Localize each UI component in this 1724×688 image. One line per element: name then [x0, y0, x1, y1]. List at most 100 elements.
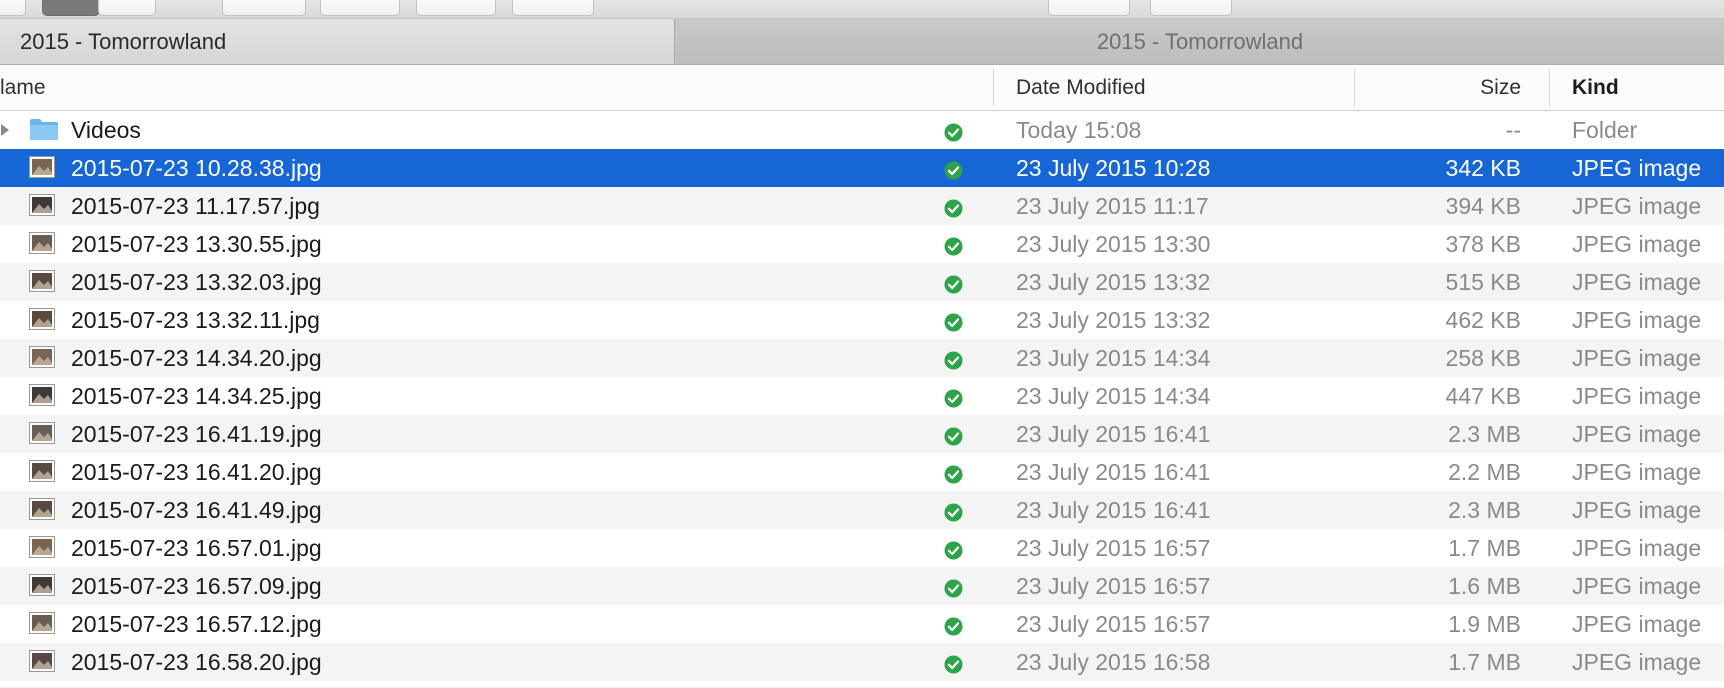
- date-modified: 23 July 2015 16:57: [1016, 611, 1211, 637]
- file-row[interactable]: 2015-07-23 13.32.11.jpg 23 July 2015 13:3…: [0, 301, 1724, 339]
- file-kind: JPEG image: [1572, 611, 1702, 637]
- file-name: 2015-07-23 16.57.01.jpg: [71, 535, 322, 561]
- file-size: 2.3 MB: [1448, 421, 1521, 447]
- file-size: 515 KB: [1445, 269, 1521, 295]
- file-size: 1.7 MB: [1448, 535, 1521, 561]
- tab-inactive[interactable]: 2015 - Tomorrowland: [676, 19, 1724, 64]
- file-row[interactable]: 2015-07-23 16.57.09.jpg 23 July 2015 16:5…: [0, 567, 1724, 605]
- file-name: 2015-07-23 10.28.38.jpg: [71, 155, 322, 181]
- date-modified: 23 July 2015 13:32: [1016, 269, 1211, 295]
- file-row[interactable]: 2015-07-23 14.34.20.jpg 23 July 2015 14:3…: [0, 339, 1724, 377]
- toolbar-button[interactable]: [0, 0, 26, 16]
- file-name: 2015-07-23 16.57.12.jpg: [71, 611, 322, 637]
- file-kind: JPEG image: [1572, 155, 1702, 181]
- date-modified: 23 July 2015 16:41: [1016, 459, 1211, 485]
- file-row[interactable]: 2015-07-23 16.41.49.jpg 23 July 2015 16:4…: [0, 491, 1724, 529]
- file-name: 2015-07-23 16.41.19.jpg: [71, 421, 322, 447]
- date-modified: 23 July 2015 16:41: [1016, 497, 1211, 523]
- file-row[interactable]: 2015-07-23 14.34.25.jpg 23 July 2015 14:3…: [0, 377, 1724, 415]
- file-row[interactable]: 2015-07-23 13.30.55.jpg 23 July 2015 13:3…: [0, 225, 1724, 263]
- synced-check-icon: [944, 273, 963, 294]
- column-header: lame Date Modified Size Kind: [0, 65, 1724, 111]
- file-row[interactable]: 2015-07-23 16.57.01.jpg 23 July 2015 16:5…: [0, 529, 1724, 567]
- toolbar-button[interactable]: [1048, 0, 1130, 16]
- column-header-size[interactable]: Size: [1480, 65, 1521, 110]
- toolbar-button[interactable]: [416, 0, 496, 16]
- view-mode-button[interactable]: [98, 0, 156, 16]
- column-divider[interactable]: [993, 69, 994, 106]
- file-kind: JPEG image: [1572, 231, 1702, 257]
- date-modified: 23 July 2015 13:30: [1016, 231, 1211, 257]
- column-divider[interactable]: [1354, 69, 1355, 106]
- image-thumbnail-icon: [29, 611, 55, 635]
- synced-check-icon: [944, 197, 963, 218]
- file-kind: JPEG image: [1572, 345, 1702, 371]
- file-kind: JPEG image: [1572, 307, 1702, 333]
- file-name: 2015-07-23 16.57.09.jpg: [71, 573, 322, 599]
- toolbar-button[interactable]: [1150, 0, 1232, 16]
- file-row[interactable]: 2015-07-23 16.41.20.jpg 23 July 2015 16:4…: [0, 453, 1724, 491]
- disclosure-triangle-icon[interactable]: [1, 124, 9, 136]
- column-divider[interactable]: [1549, 69, 1550, 106]
- file-size: 394 KB: [1445, 193, 1521, 219]
- toolbar-button[interactable]: [222, 0, 306, 16]
- file-size: 2.2 MB: [1448, 459, 1521, 485]
- file-name: 2015-07-23 16.58.20.jpg: [71, 649, 322, 675]
- file-name: 2015-07-23 14.34.20.jpg: [71, 345, 322, 371]
- synced-check-icon: [944, 235, 963, 256]
- image-thumbnail-icon: [29, 383, 55, 407]
- file-size: 258 KB: [1445, 345, 1521, 371]
- date-modified: 23 July 2015 14:34: [1016, 345, 1211, 371]
- toolbar-button[interactable]: [512, 0, 594, 16]
- file-size: 1.6 MB: [1448, 573, 1521, 599]
- image-thumbnail-icon: [29, 307, 55, 331]
- file-kind: JPEG image: [1572, 421, 1702, 447]
- file-name: 2015-07-23 13.32.11.jpg: [71, 307, 320, 333]
- file-name: 2015-07-23 11.17.57.jpg: [71, 193, 320, 219]
- file-row[interactable]: 2015-07-23 16.41.19.jpg 23 July 2015 16:4…: [0, 415, 1724, 453]
- synced-check-icon: [944, 653, 963, 674]
- file-row[interactable]: 2015-07-23 10.28.38.jpg 23 July 2015 10:2…: [0, 149, 1724, 187]
- file-kind: JPEG image: [1572, 383, 1702, 409]
- column-header-name[interactable]: lame: [0, 65, 46, 110]
- column-header-date[interactable]: Date Modified: [1016, 65, 1146, 110]
- tab-active[interactable]: 2015 - Tomorrowland: [0, 19, 675, 64]
- image-thumbnail-icon: [29, 497, 55, 521]
- toolbar-button[interactable]: [320, 0, 400, 16]
- file-size: 462 KB: [1445, 307, 1521, 333]
- file-name: 2015-07-23 16.41.49.jpg: [71, 497, 322, 523]
- date-modified: 23 July 2015 11:17: [1016, 193, 1209, 219]
- file-kind: JPEG image: [1572, 459, 1702, 485]
- synced-check-icon: [944, 463, 963, 484]
- file-kind: JPEG image: [1572, 573, 1702, 599]
- file-size: 2.3 MB: [1448, 497, 1521, 523]
- file-kind: JPEG image: [1572, 193, 1702, 219]
- file-kind: Folder: [1572, 117, 1638, 143]
- date-modified: 23 July 2015 16:58: [1016, 649, 1211, 675]
- file-name: 2015-07-23 13.32.03.jpg: [71, 269, 322, 295]
- date-modified: 23 July 2015 14:34: [1016, 383, 1211, 409]
- synced-check-icon: [944, 501, 963, 522]
- file-list: Videos Today 15:08 -- Folder 2015-07-23 10.2…: [0, 111, 1724, 681]
- toolbar: [0, 0, 1724, 19]
- file-name: Videos: [71, 117, 141, 143]
- view-mode-button[interactable]: [42, 0, 100, 16]
- image-thumbnail-icon: [29, 193, 55, 217]
- tab-bar: 2015 - Tomorrowland 2015 - Tomorrowland: [0, 19, 1724, 65]
- file-row[interactable]: 2015-07-23 16.58.20.jpg 23 July 2015 16:5…: [0, 643, 1724, 681]
- file-kind: JPEG image: [1572, 269, 1702, 295]
- synced-check-icon: [944, 539, 963, 560]
- synced-check-icon: [944, 425, 963, 446]
- file-kind: JPEG image: [1572, 535, 1702, 561]
- synced-check-icon: [944, 121, 963, 142]
- file-size: 342 KB: [1445, 155, 1521, 181]
- column-header-kind[interactable]: Kind: [1572, 65, 1619, 110]
- folder-row[interactable]: Videos Today 15:08 -- Folder: [0, 111, 1724, 149]
- synced-check-icon: [944, 615, 963, 636]
- file-row[interactable]: 2015-07-23 13.32.03.jpg 23 July 2015 13:3…: [0, 263, 1724, 301]
- file-row[interactable]: 2015-07-23 16.57.12.jpg 23 July 2015 16:5…: [0, 605, 1724, 643]
- image-thumbnail-icon: [29, 573, 55, 597]
- date-modified: 23 July 2015 16:57: [1016, 573, 1211, 599]
- file-row[interactable]: 2015-07-23 11.17.57.jpg 23 July 2015 11:1…: [0, 187, 1724, 225]
- image-thumbnail-icon: [29, 231, 55, 255]
